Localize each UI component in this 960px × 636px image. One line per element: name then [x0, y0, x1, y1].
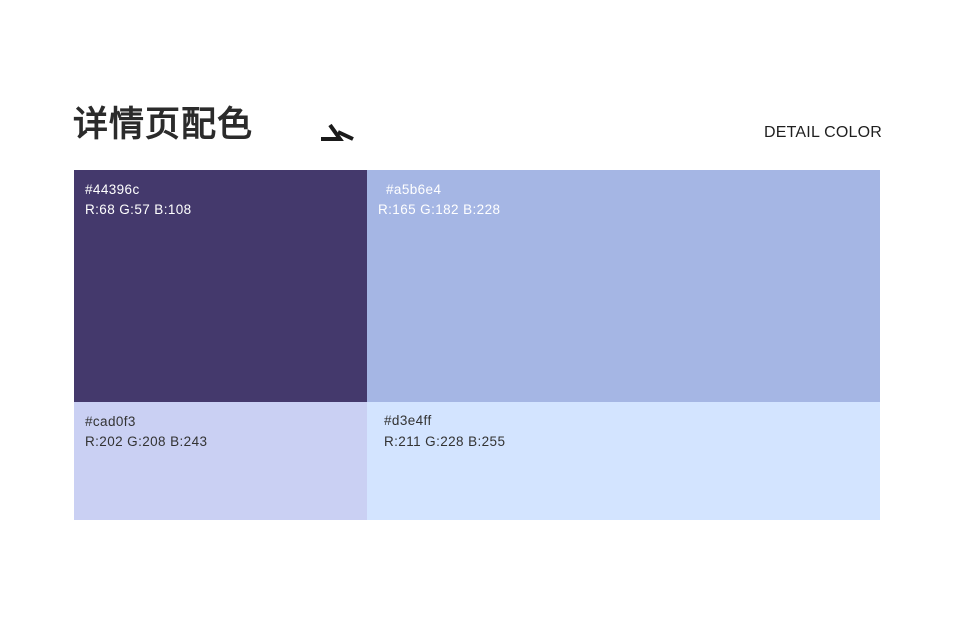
color-swatch-2: #a5b6e4 R:165 G:182 B:228	[367, 170, 880, 402]
swatch-hex-label: #cad0f3	[85, 414, 136, 429]
page-title: 详情页配色	[73, 105, 254, 145]
swatch-rgb-label: R:202 G:208 B:243	[85, 434, 208, 449]
color-swatch-3: #cad0f3 R:202 G:208 B:243	[74, 402, 367, 520]
corner-arrow-icon	[321, 123, 354, 141]
swatch-hex-label: #44396c	[85, 182, 140, 197]
color-swatch-4: #d3e4ff R:211 G:228 B:255	[367, 402, 880, 520]
swatch-rgb-label: R:68 G:57 B:108	[85, 202, 192, 217]
swatch-hex-label: #a5b6e4	[386, 182, 442, 197]
color-swatch-1: #44396c R:68 G:57 B:108	[74, 170, 367, 402]
section-subtitle: DETAIL COLOR	[764, 124, 882, 141]
swatch-rgb-label: R:165 G:182 B:228	[378, 202, 501, 217]
swatch-hex-label: #d3e4ff	[384, 413, 432, 428]
swatch-rgb-label: R:211 G:228 B:255	[384, 434, 506, 449]
